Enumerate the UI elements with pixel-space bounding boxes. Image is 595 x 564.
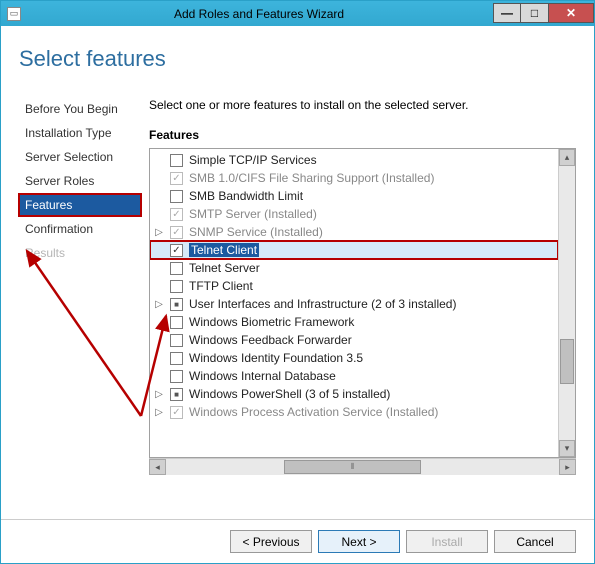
scroll-right-arrow[interactable]: ▸ [559,459,576,475]
nav-item-features[interactable]: Features [19,194,141,216]
feature-row[interactable]: Windows Feedback Forwarder [150,331,558,349]
feature-checkbox[interactable] [170,334,183,347]
feature-checkbox[interactable] [170,370,183,383]
feature-label: TFTP Client [189,279,253,293]
expand-icon[interactable]: ▷ [154,299,164,310]
feature-label: Simple TCP/IP Services [189,153,317,167]
feature-row[interactable]: Windows Identity Foundation 3.5 [150,349,558,367]
feature-row[interactable]: ▷ SNMP Service (Installed) [150,223,558,241]
nav-item-before-you-begin[interactable]: Before You Begin [19,98,141,120]
cancel-button[interactable]: Cancel [494,530,576,553]
features-list-box: Simple TCP/IP Services SMB 1.0/CIFS File … [149,148,576,458]
feature-row[interactable]: ▷ Windows Process Activation Service (Ins… [150,403,558,421]
feature-row[interactable]: Windows Internal Database [150,367,558,385]
feature-label: User Interfaces and Infrastructure (2 of… [189,297,456,311]
expand-icon[interactable]: ▷ [154,407,164,418]
feature-row[interactable]: ▷ Windows PowerShell (3 of 5 installed) [150,385,558,403]
maximize-button[interactable]: □ [521,3,549,23]
feature-checkbox[interactable] [170,352,183,365]
app-icon: ▭ [7,7,21,21]
wizard-window: ▭ Add Roles and Features Wizard — □ ✕ Se… [0,0,595,564]
feature-checkbox[interactable] [170,208,183,221]
close-button[interactable]: ✕ [549,3,594,23]
feature-checkbox[interactable] [170,226,183,239]
previous-button[interactable]: < Previous [230,530,312,553]
feature-label: SMTP Server (Installed) [189,207,317,221]
feature-row[interactable]: Telnet Client [150,241,558,259]
scroll-thumb-h[interactable]: ⦀ [284,460,422,474]
feature-row[interactable]: ▷ User Interfaces and Infrastructure (2 o… [150,295,558,313]
feature-checkbox[interactable] [170,154,183,167]
feature-label: Telnet Client [189,243,259,257]
feature-row[interactable]: Simple TCP/IP Services [150,151,558,169]
scroll-left-arrow[interactable]: ◂ [149,459,166,475]
feature-checkbox[interactable] [170,388,183,401]
feature-checkbox[interactable] [170,172,183,185]
window-title: Add Roles and Features Wizard [25,7,493,21]
page-title: Select features [19,46,576,72]
feature-label: SNMP Service (Installed) [189,225,323,239]
instruction-text: Select one or more features to install o… [149,98,576,112]
wizard-nav: Before You BeginInstallation TypeServer … [19,98,149,519]
feature-row[interactable]: Telnet Server [150,259,558,277]
feature-checkbox[interactable] [170,316,183,329]
nav-item-confirmation[interactable]: Confirmation [19,218,141,240]
feature-row[interactable]: SMB 1.0/CIFS File Sharing Support (Insta… [150,169,558,187]
vertical-scrollbar[interactable]: ▴ ▾ [558,149,575,457]
horizontal-scrollbar[interactable]: ◂ ⦀ ▸ [149,458,576,475]
nav-item-installation-type[interactable]: Installation Type [19,122,141,144]
feature-label: Windows Feedback Forwarder [189,333,352,347]
feature-label: Windows Identity Foundation 3.5 [189,351,363,365]
expand-icon[interactable]: ▷ [154,227,164,238]
nav-item-server-roles[interactable]: Server Roles [19,170,141,192]
scroll-down-arrow[interactable]: ▾ [559,440,575,457]
features-label: Features [149,128,576,142]
wizard-footer: < Previous Next > Install Cancel [1,519,594,563]
features-list[interactable]: Simple TCP/IP Services SMB 1.0/CIFS File … [150,149,558,457]
next-button[interactable]: Next > [318,530,400,553]
feature-label: Windows Process Activation Service (Inst… [189,405,438,419]
feature-checkbox[interactable] [170,280,183,293]
feature-checkbox[interactable] [170,298,183,311]
feature-label: SMB Bandwidth Limit [189,189,303,203]
feature-checkbox[interactable] [170,244,183,257]
feature-label: Windows Internal Database [189,369,336,383]
feature-label: Windows Biometric Framework [189,315,354,329]
feature-checkbox[interactable] [170,190,183,203]
feature-row[interactable]: Windows Biometric Framework [150,313,558,331]
nav-item-server-selection[interactable]: Server Selection [19,146,141,168]
feature-row[interactable]: SMTP Server (Installed) [150,205,558,223]
scroll-up-arrow[interactable]: ▴ [559,149,575,166]
feature-label: Windows PowerShell (3 of 5 installed) [189,387,390,401]
minimize-button[interactable]: — [493,3,521,23]
scroll-thumb-v[interactable] [560,339,574,384]
feature-row[interactable]: TFTP Client [150,277,558,295]
feature-label: Telnet Server [189,261,260,275]
install-button[interactable]: Install [406,530,488,553]
titlebar: ▭ Add Roles and Features Wizard — □ ✕ [1,1,594,26]
feature-checkbox[interactable] [170,262,183,275]
nav-item-results: Results [19,242,141,264]
expand-icon[interactable]: ▷ [154,389,164,400]
feature-row[interactable]: SMB Bandwidth Limit [150,187,558,205]
feature-checkbox[interactable] [170,406,183,419]
feature-label: SMB 1.0/CIFS File Sharing Support (Insta… [189,171,434,185]
